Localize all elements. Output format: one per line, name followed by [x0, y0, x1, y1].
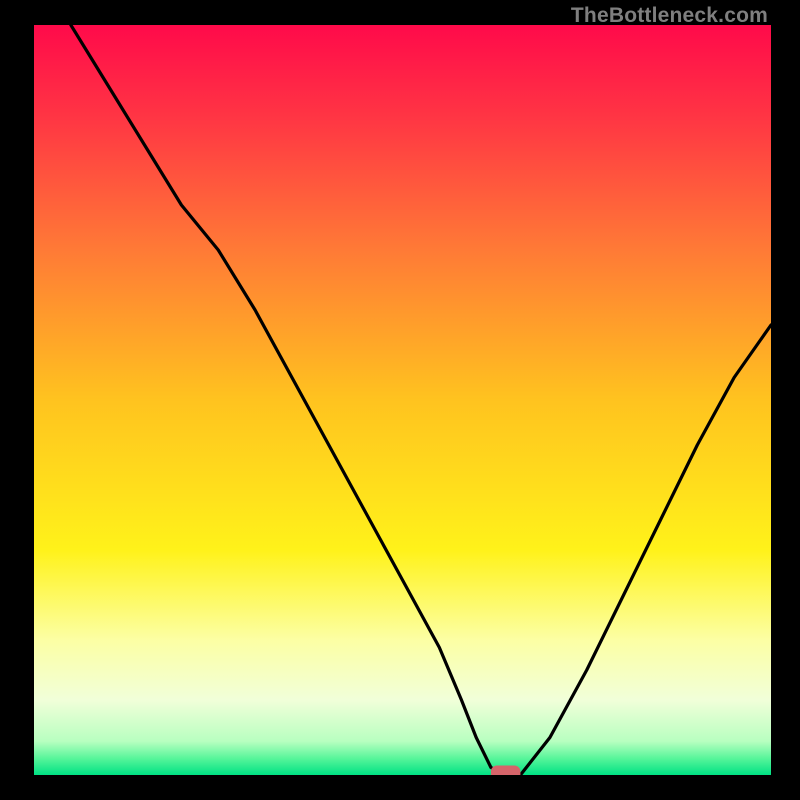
optimum-marker: [491, 766, 520, 776]
bottleneck-chart: [34, 25, 771, 775]
gradient-background: [34, 25, 771, 775]
plot-area: [34, 25, 771, 775]
chart-frame: TheBottleneck.com: [0, 0, 800, 800]
